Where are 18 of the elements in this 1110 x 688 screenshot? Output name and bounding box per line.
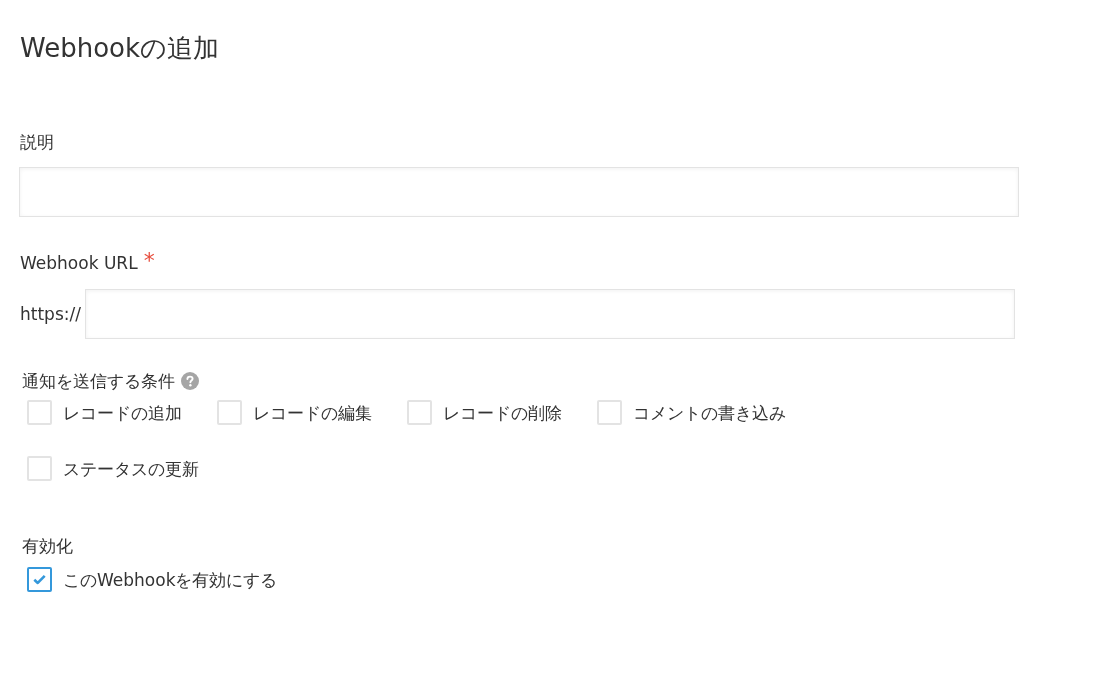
field-label: Webhook URL: [20, 253, 138, 273]
page-title: Webhookの追加: [20, 32, 220, 65]
section-label: 有効化: [22, 536, 73, 556]
checkbox-label[interactable]: レコードの追加: [63, 402, 182, 423]
checkbox-label[interactable]: レコードの編集: [253, 402, 372, 423]
checkmark-icon: [33, 574, 46, 585]
checkbox-label[interactable]: レコードの削除: [443, 402, 562, 423]
url-prefix: https://: [20, 304, 81, 324]
checkbox-label[interactable]: このWebhookを有効にする: [63, 569, 278, 590]
checkbox-label[interactable]: ステータスの更新: [63, 458, 199, 479]
url-field[interactable]: [84, 289, 1015, 339]
checkbox[interactable]: [27, 567, 52, 592]
help-icon[interactable]: [181, 372, 199, 390]
field-label: 説明: [20, 132, 54, 152]
section-label: 通知を送信する条件: [22, 371, 175, 391]
required-asterisk: *: [143, 251, 155, 271]
description-field[interactable]: [19, 167, 1019, 217]
checkbox-label[interactable]: コメントの書き込み: [633, 402, 786, 423]
